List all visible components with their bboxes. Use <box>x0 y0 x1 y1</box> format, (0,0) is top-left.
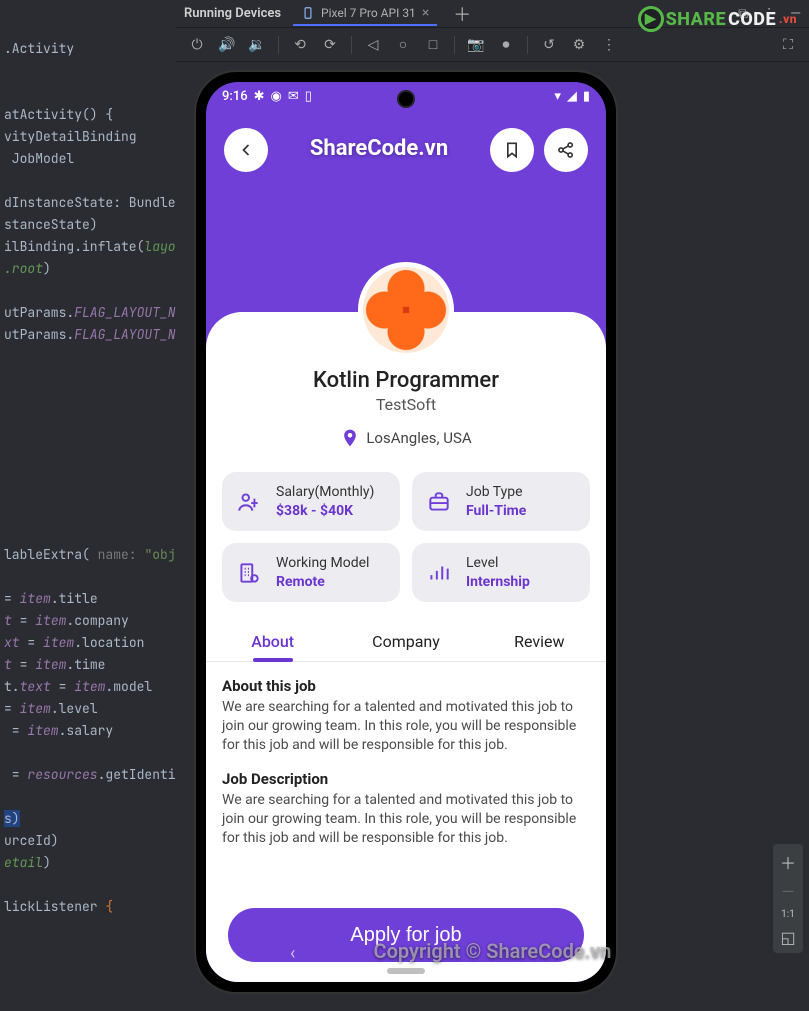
detail-tabs: About Company Review <box>206 620 606 662</box>
description-heading: Job Description <box>222 769 590 789</box>
shield-status-icon: ◉ <box>271 89 282 104</box>
bookmark-icon <box>502 140 522 160</box>
device-tab-label: Pixel 7 Pro API 31 <box>321 6 416 20</box>
level-card: Level Internship <box>412 543 590 602</box>
code-editor-fragment: .Activity atActivity() { vityDetailBindi… <box>0 30 180 926</box>
building-icon <box>236 560 262 586</box>
emulator-toolbar: ⏻ 🔊 🔉 ⟲ ⟳ ◁ ○ □ 📷 ⏺ ↺ ⚙ ⋮ ⛶ <box>176 28 809 62</box>
detail-sheet: Kotlin Programmer TestSoft LosAngles, US… <box>206 312 606 982</box>
salary-label: Salary(Monthly) <box>276 484 374 500</box>
add-device-button[interactable]: ＋ <box>453 1 471 27</box>
zoom-fit-button[interactable]: ◱ <box>780 928 795 947</box>
record-icon[interactable]: ⏺ <box>493 32 519 58</box>
status-time: 9:16 <box>222 89 248 104</box>
rotate-right-icon[interactable]: ⟳ <box>317 32 343 58</box>
home-icon[interactable]: ○ <box>390 32 416 58</box>
zoom-controls: ＋ — 1:1 ◱ <box>773 844 803 953</box>
signal-icon: ◢ <box>567 89 577 104</box>
more-actions-icon[interactable]: ⋮ <box>596 32 622 58</box>
about-heading: About this job <box>222 676 590 696</box>
level-label: Level <box>466 555 530 571</box>
zoom-out-button[interactable]: — <box>782 882 795 901</box>
zoom-label: 1:1 <box>781 909 795 920</box>
job-title: Kotlin Programmer <box>218 368 594 393</box>
app-header: ShareCode.vn <box>206 110 606 260</box>
salary-icon <box>236 489 262 515</box>
panel-titlebar: Running Devices Pixel 7 Pro API 31 × ＋ ⧉… <box>176 0 809 28</box>
wifi-icon: ▾ <box>554 89 561 104</box>
tab-company[interactable]: Company <box>339 620 472 661</box>
about-content: About this job We are searching for a ta… <box>206 662 606 898</box>
volume-up-icon[interactable]: 🔊 <box>214 32 240 58</box>
screenshot-icon[interactable]: 📷 <box>463 32 489 58</box>
company-avatar <box>358 262 454 358</box>
zoom-in-button[interactable]: ＋ <box>780 850 796 874</box>
popout-icon[interactable]: ⧉ <box>738 6 748 22</box>
device-frame: 9:16 ✱ ◉ ✉ ▯ ▾ ◢ ▮ <box>196 72 616 992</box>
power-icon[interactable]: ⏻ <box>184 32 210 58</box>
device-screen[interactable]: 9:16 ✱ ◉ ✉ ▯ ▾ ◢ ▮ <box>206 82 606 982</box>
job-location: LosAngles, USA <box>218 426 594 450</box>
volume-down-icon[interactable]: 🔉 <box>244 32 270 58</box>
apply-button[interactable]: Apply for job <box>228 908 584 962</box>
settings-status-icon: ✱ <box>254 89 265 104</box>
back-icon[interactable]: ◁ <box>360 32 386 58</box>
camera-cutout <box>397 90 415 108</box>
jobtype-value: Full-Time <box>466 503 526 519</box>
message-status-icon: ✉ <box>288 89 299 104</box>
description-text: We are searching for a talented and moti… <box>222 791 590 848</box>
settings-icon[interactable]: ⚙ <box>566 32 592 58</box>
device-tab[interactable]: Pixel 7 Pro API 31 × <box>293 2 437 26</box>
jobtype-card: Job Type Full-Time <box>412 472 590 531</box>
tab-about[interactable]: About <box>206 620 339 661</box>
salary-value: $38k - $40K <box>276 503 374 519</box>
phone-icon <box>301 6 315 20</box>
bookmark-button[interactable] <box>490 128 534 172</box>
app-title: ShareCode.vn <box>310 136 448 161</box>
share-button[interactable] <box>544 128 588 172</box>
panel-title: Running Devices <box>184 6 281 21</box>
more-icon[interactable]: ⋮ <box>762 6 776 22</box>
expand-icon[interactable]: ⛶ <box>775 32 801 58</box>
salary-card: Salary(Monthly) $38k - $40K <box>222 472 400 531</box>
briefcase-icon <box>426 489 452 515</box>
model-label: Working Model <box>276 555 369 571</box>
nav-back-gesture-icon: ‹ <box>290 943 295 964</box>
overview-icon[interactable]: □ <box>420 32 446 58</box>
share-icon <box>556 140 576 160</box>
rotate-left-icon[interactable]: ⟲ <box>287 32 313 58</box>
arrow-left-icon <box>236 140 256 160</box>
tab-review[interactable]: Review <box>473 620 606 661</box>
running-devices-panel: Running Devices Pixel 7 Pro API 31 × ＋ ⧉… <box>176 0 809 1011</box>
avatar-art <box>363 267 449 353</box>
jobtype-label: Job Type <box>466 484 526 500</box>
job-company: TestSoft <box>218 395 594 414</box>
about-text: We are searching for a talented and moti… <box>222 698 590 755</box>
level-icon <box>426 560 452 586</box>
model-value: Remote <box>276 574 369 590</box>
back-button[interactable] <box>224 128 268 172</box>
nav-handle[interactable] <box>387 968 425 974</box>
reset-icon[interactable]: ↺ <box>536 32 562 58</box>
level-value: Internship <box>466 574 530 590</box>
sd-status-icon: ▯ <box>305 89 312 104</box>
minimize-icon[interactable]: — <box>790 6 801 22</box>
close-tab-icon[interactable]: × <box>422 5 429 21</box>
model-card: Working Model Remote <box>222 543 400 602</box>
battery-icon: ▮ <box>583 89 590 104</box>
location-pin-icon <box>340 426 360 450</box>
